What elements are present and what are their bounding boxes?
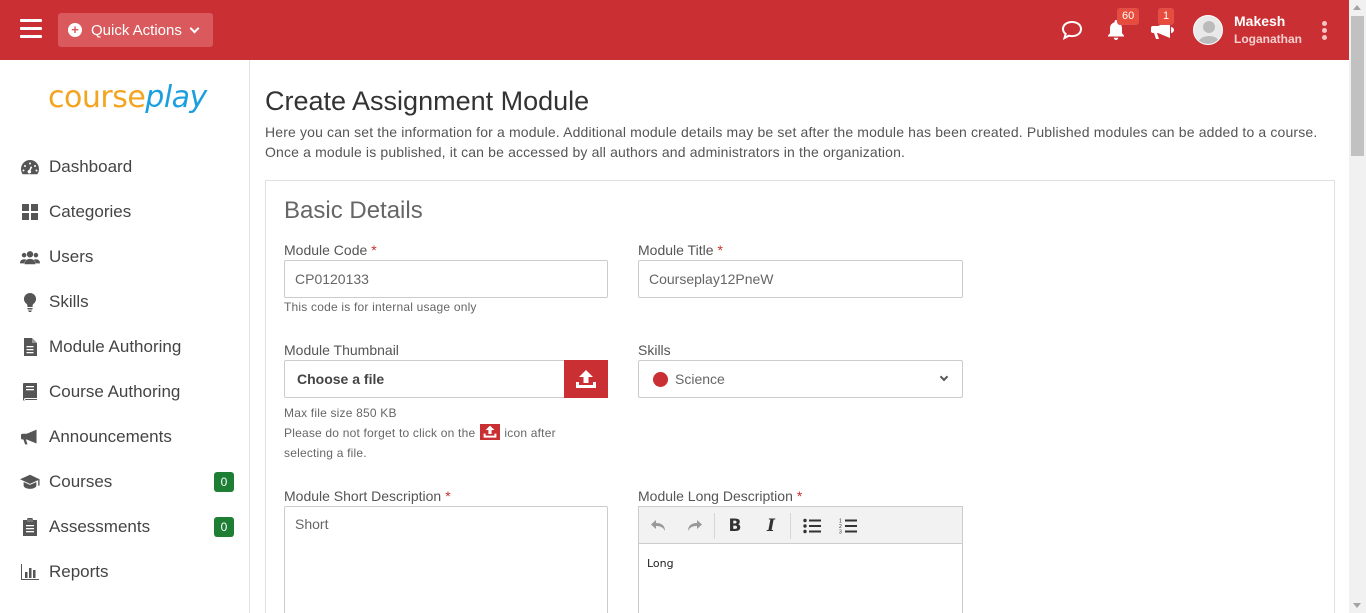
module-code-label: Module Code * bbox=[284, 242, 377, 258]
bullet-list-icon[interactable] bbox=[801, 515, 823, 537]
skills-selected-value: Science bbox=[675, 371, 725, 387]
sidebar-item-label: Announcements bbox=[49, 427, 172, 446]
required-asterisk: * bbox=[796, 488, 803, 504]
short-description-label: Module Short Description * bbox=[284, 488, 451, 504]
avatar[interactable] bbox=[1193, 15, 1223, 45]
upload-icon bbox=[576, 370, 596, 388]
bold-icon[interactable]: B bbox=[724, 515, 746, 537]
basic-details-card: Basic Details Module Code * CP0120133 Thi… bbox=[265, 180, 1335, 613]
upload-button[interactable] bbox=[564, 360, 608, 398]
user-last-name[interactable]: Loganathan bbox=[1234, 32, 1302, 46]
sidebar-item-label: Users bbox=[49, 247, 94, 266]
skills-label: Skills bbox=[638, 342, 671, 358]
short-description-textarea[interactable]: Short bbox=[284, 506, 608, 613]
toolbar-divider bbox=[714, 513, 715, 539]
main-content: Create Assignment Module Here you can se… bbox=[250, 60, 1349, 613]
thumbnail-upload-hint: Please do not forget to click on the ico… bbox=[284, 424, 556, 440]
required-asterisk: * bbox=[717, 242, 723, 258]
required-asterisk: * bbox=[371, 242, 377, 258]
lightbulb-icon bbox=[20, 292, 40, 312]
sidebar-item-label: Categories bbox=[49, 202, 132, 221]
required-asterisk: * bbox=[445, 488, 451, 504]
chevron-down-icon bbox=[189, 23, 200, 33]
svg-text:3: 3 bbox=[839, 530, 842, 535]
module-code-input[interactable]: CP0120133 bbox=[284, 260, 608, 298]
sidebar-item-label: Module Authoring bbox=[49, 337, 182, 356]
undo-icon[interactable] bbox=[648, 515, 670, 537]
quick-actions-button[interactable]: + Quick Actions bbox=[58, 13, 213, 47]
document-icon bbox=[20, 337, 40, 357]
sidebar-item-users[interactable]: Users bbox=[0, 237, 249, 277]
sidebar-item-assessments[interactable]: Assessments 0 bbox=[0, 507, 249, 547]
module-code-hint: This code is for internal usage only bbox=[284, 300, 477, 314]
assessments-count-badge: 0 bbox=[214, 517, 234, 537]
skill-color-dot bbox=[653, 371, 668, 387]
thumbnail-size-hint: Max file size 850 KB bbox=[284, 406, 397, 420]
sidebar-item-label: Dashboard bbox=[49, 157, 133, 176]
users-icon bbox=[20, 247, 40, 267]
redo-icon[interactable] bbox=[683, 515, 705, 537]
courses-count-badge: 0 bbox=[214, 472, 234, 492]
sidebar-item-announcements[interactable]: Announcements bbox=[0, 417, 249, 457]
module-title-label: Module Title * bbox=[638, 242, 723, 258]
scroll-down-arrow-icon[interactable] bbox=[1353, 603, 1361, 608]
sidebar-item-label: Courses bbox=[49, 472, 113, 491]
grid-icon bbox=[20, 202, 40, 222]
clipboard-icon bbox=[20, 517, 40, 537]
sidebar-item-categories[interactable]: Categories bbox=[0, 192, 249, 232]
long-description-label: Module Long Description * bbox=[638, 488, 803, 504]
numbered-list-icon[interactable]: 123 bbox=[837, 515, 859, 537]
user-first-name[interactable]: Makesh bbox=[1234, 13, 1285, 29]
sidebar-item-skills[interactable]: Skills bbox=[0, 282, 249, 322]
sidebar-item-label: Assessments bbox=[49, 517, 151, 536]
graduation-cap-icon bbox=[20, 472, 40, 492]
long-description-editor[interactable]: Long bbox=[638, 544, 963, 613]
italic-icon[interactable]: I bbox=[760, 515, 782, 537]
chat-icon[interactable] bbox=[1061, 20, 1083, 45]
scrollbar-thumb[interactable] bbox=[1351, 16, 1364, 156]
page-title: Create Assignment Module bbox=[265, 86, 590, 116]
thumbnail-upload-hint-cont: selecting a file. bbox=[284, 446, 367, 460]
sidebar-item-reports[interactable]: Reports bbox=[0, 552, 249, 592]
skills-select[interactable]: Science bbox=[638, 360, 963, 398]
courseplay-logo[interactable]: courseplay bbox=[48, 80, 207, 115]
more-options-icon[interactable] bbox=[1322, 21, 1327, 42]
sidebar-item-course-authoring[interactable]: Course Authoring bbox=[0, 372, 249, 412]
toolbar-divider bbox=[790, 513, 791, 539]
announcements-count-badge: 1 bbox=[1158, 8, 1175, 25]
rich-text-toolbar: B I 123 bbox=[638, 506, 963, 544]
book-icon bbox=[20, 382, 40, 402]
module-title-input[interactable]: Courseplay12PneW bbox=[638, 260, 963, 298]
hamburger-menu-icon[interactable] bbox=[20, 19, 42, 39]
quick-actions-label: Quick Actions bbox=[91, 21, 182, 39]
sidebar-item-module-authoring[interactable]: Module Authoring bbox=[0, 327, 249, 367]
sidebar-item-label: Course Authoring bbox=[49, 382, 181, 401]
scroll-up-arrow-icon[interactable] bbox=[1353, 5, 1361, 10]
choose-file-input[interactable]: Choose a file bbox=[284, 360, 566, 398]
page-description: Here you can set the information for a m… bbox=[265, 124, 1318, 160]
sidebar-item-dashboard[interactable]: Dashboard bbox=[0, 147, 249, 187]
module-thumbnail-label: Module Thumbnail bbox=[284, 342, 399, 358]
sidebar: courseplay Dashboard Categories Users Sk… bbox=[0, 60, 250, 613]
notifications-count-badge: 60 bbox=[1117, 8, 1140, 25]
bar-chart-icon bbox=[20, 562, 40, 582]
plus-circle-icon: + bbox=[68, 23, 82, 37]
section-title: Basic Details bbox=[284, 197, 423, 224]
sidebar-item-label: Reports bbox=[49, 562, 109, 581]
top-bar: + Quick Actions 60 1 Makesh Loganathan bbox=[0, 0, 1349, 60]
upload-icon bbox=[479, 424, 500, 440]
sidebar-item-courses[interactable]: Courses 0 bbox=[0, 462, 249, 502]
megaphone-icon bbox=[20, 427, 40, 447]
sidebar-item-label: Skills bbox=[49, 292, 89, 311]
dashboard-icon bbox=[20, 157, 40, 177]
chevron-down-icon bbox=[939, 372, 949, 382]
